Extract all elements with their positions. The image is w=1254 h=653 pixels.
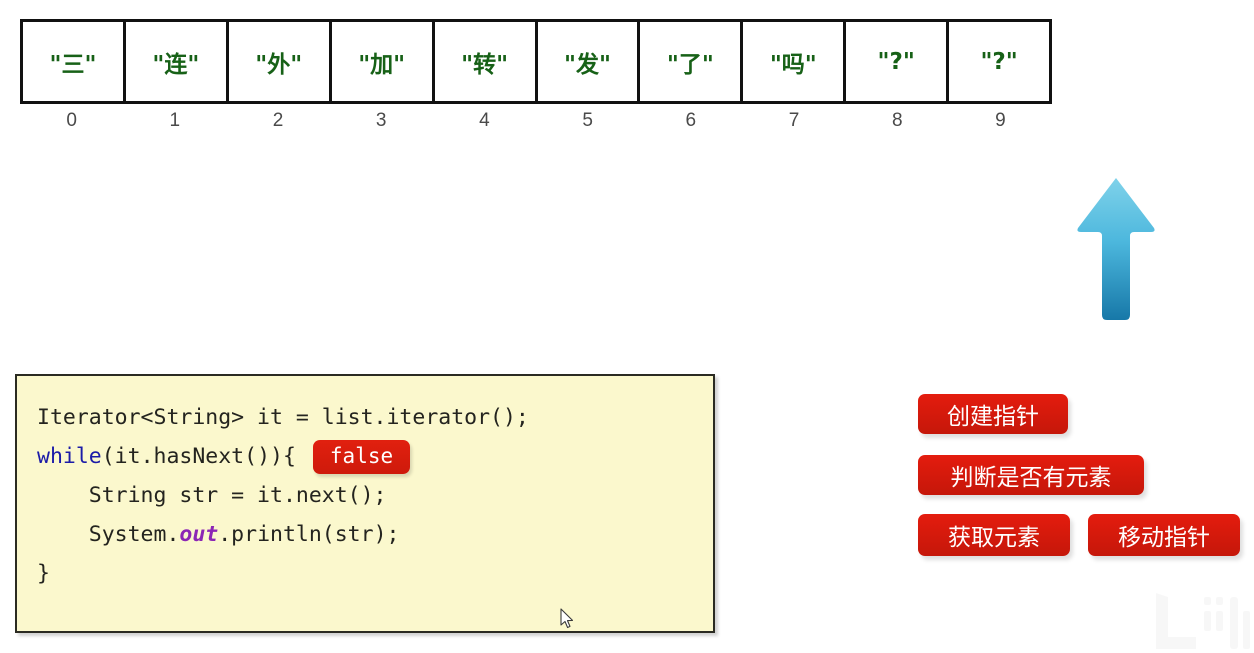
array-index: 5	[582, 110, 593, 131]
array-index: 7	[788, 110, 800, 131]
array-index: 6	[685, 110, 697, 131]
array-cell-value: "加"	[358, 51, 406, 78]
array-cell: "外"	[228, 22, 332, 101]
code-line-5: }	[37, 554, 713, 593]
array-cell-value: "发"	[564, 51, 611, 78]
code-text: System.	[37, 522, 180, 547]
array-cell: "转"	[434, 22, 538, 101]
code-text: (it.hasNext()){	[101, 444, 296, 469]
array-cell: "吗"	[743, 22, 847, 101]
array-cell-value: "?"	[877, 48, 915, 75]
array-cell: "了"	[640, 22, 744, 101]
array-index: 0	[66, 110, 77, 131]
array-index: 8	[891, 110, 903, 131]
step-badge-move-pointer: 移动指针	[1088, 514, 1240, 556]
mouse-cursor-icon	[560, 608, 574, 629]
array-index-row: 0 1 2 3 4 5 6 7 8 9	[20, 110, 1052, 132]
array-diagram: "三" "连" "外" "加" "转" "发" "了" "吗" "?" "?" …	[20, 19, 1052, 132]
array-cell-value: "了"	[666, 51, 714, 78]
code-text: }	[37, 561, 50, 586]
code-text: Iterator<String> it = list.iterator();	[37, 405, 529, 430]
array-cell-value: "吗"	[769, 51, 817, 78]
array-cell-value: "外"	[255, 51, 303, 78]
array-index: 1	[169, 110, 181, 131]
code-line-3: String str = it.next();	[37, 476, 713, 515]
array-index: 4	[479, 110, 490, 131]
code-text: String str = it.next();	[37, 483, 387, 508]
code-block: Iterator<String> it = list.iterator(); w…	[15, 374, 715, 633]
keyword-while: while	[37, 444, 102, 469]
array-cell-value: "转"	[461, 51, 509, 78]
array-index: 2	[272, 110, 284, 131]
array-cell: "?"	[846, 22, 950, 101]
code-line-1: Iterator<String> it = list.iterator();	[37, 398, 713, 437]
keyword-out: out	[179, 522, 219, 547]
code-text: .println(str);	[218, 522, 400, 547]
array-cell: "三"	[23, 22, 126, 101]
array-cell-row: "三" "连" "外" "加" "转" "发" "了" "吗" "?" "?"	[20, 19, 1052, 104]
code-line-2: while(it.hasNext()){ false	[37, 437, 713, 476]
step-badge-has-element: 判断是否有元素	[918, 455, 1144, 495]
array-cell: "加"	[331, 22, 435, 101]
false-value-badge: false	[312, 440, 411, 474]
step-badge-get-element: 获取元素	[918, 514, 1070, 556]
bilibili-watermark-icon	[1156, 593, 1250, 649]
array-cell-value: "?"	[980, 48, 1018, 75]
step-badge-create-pointer: 创建指针	[918, 394, 1068, 434]
arrow-up-icon	[1077, 178, 1155, 320]
array-cell: "?"	[949, 22, 1050, 101]
array-cell-value: "三"	[49, 51, 97, 78]
array-index: 3	[375, 110, 387, 131]
code-line-4: System.out.println(str);	[37, 515, 713, 554]
array-cell: "连"	[125, 22, 229, 101]
array-cell-value: "连"	[152, 51, 200, 78]
array-index: 9	[995, 110, 1006, 131]
array-cell: "发"	[537, 22, 641, 101]
